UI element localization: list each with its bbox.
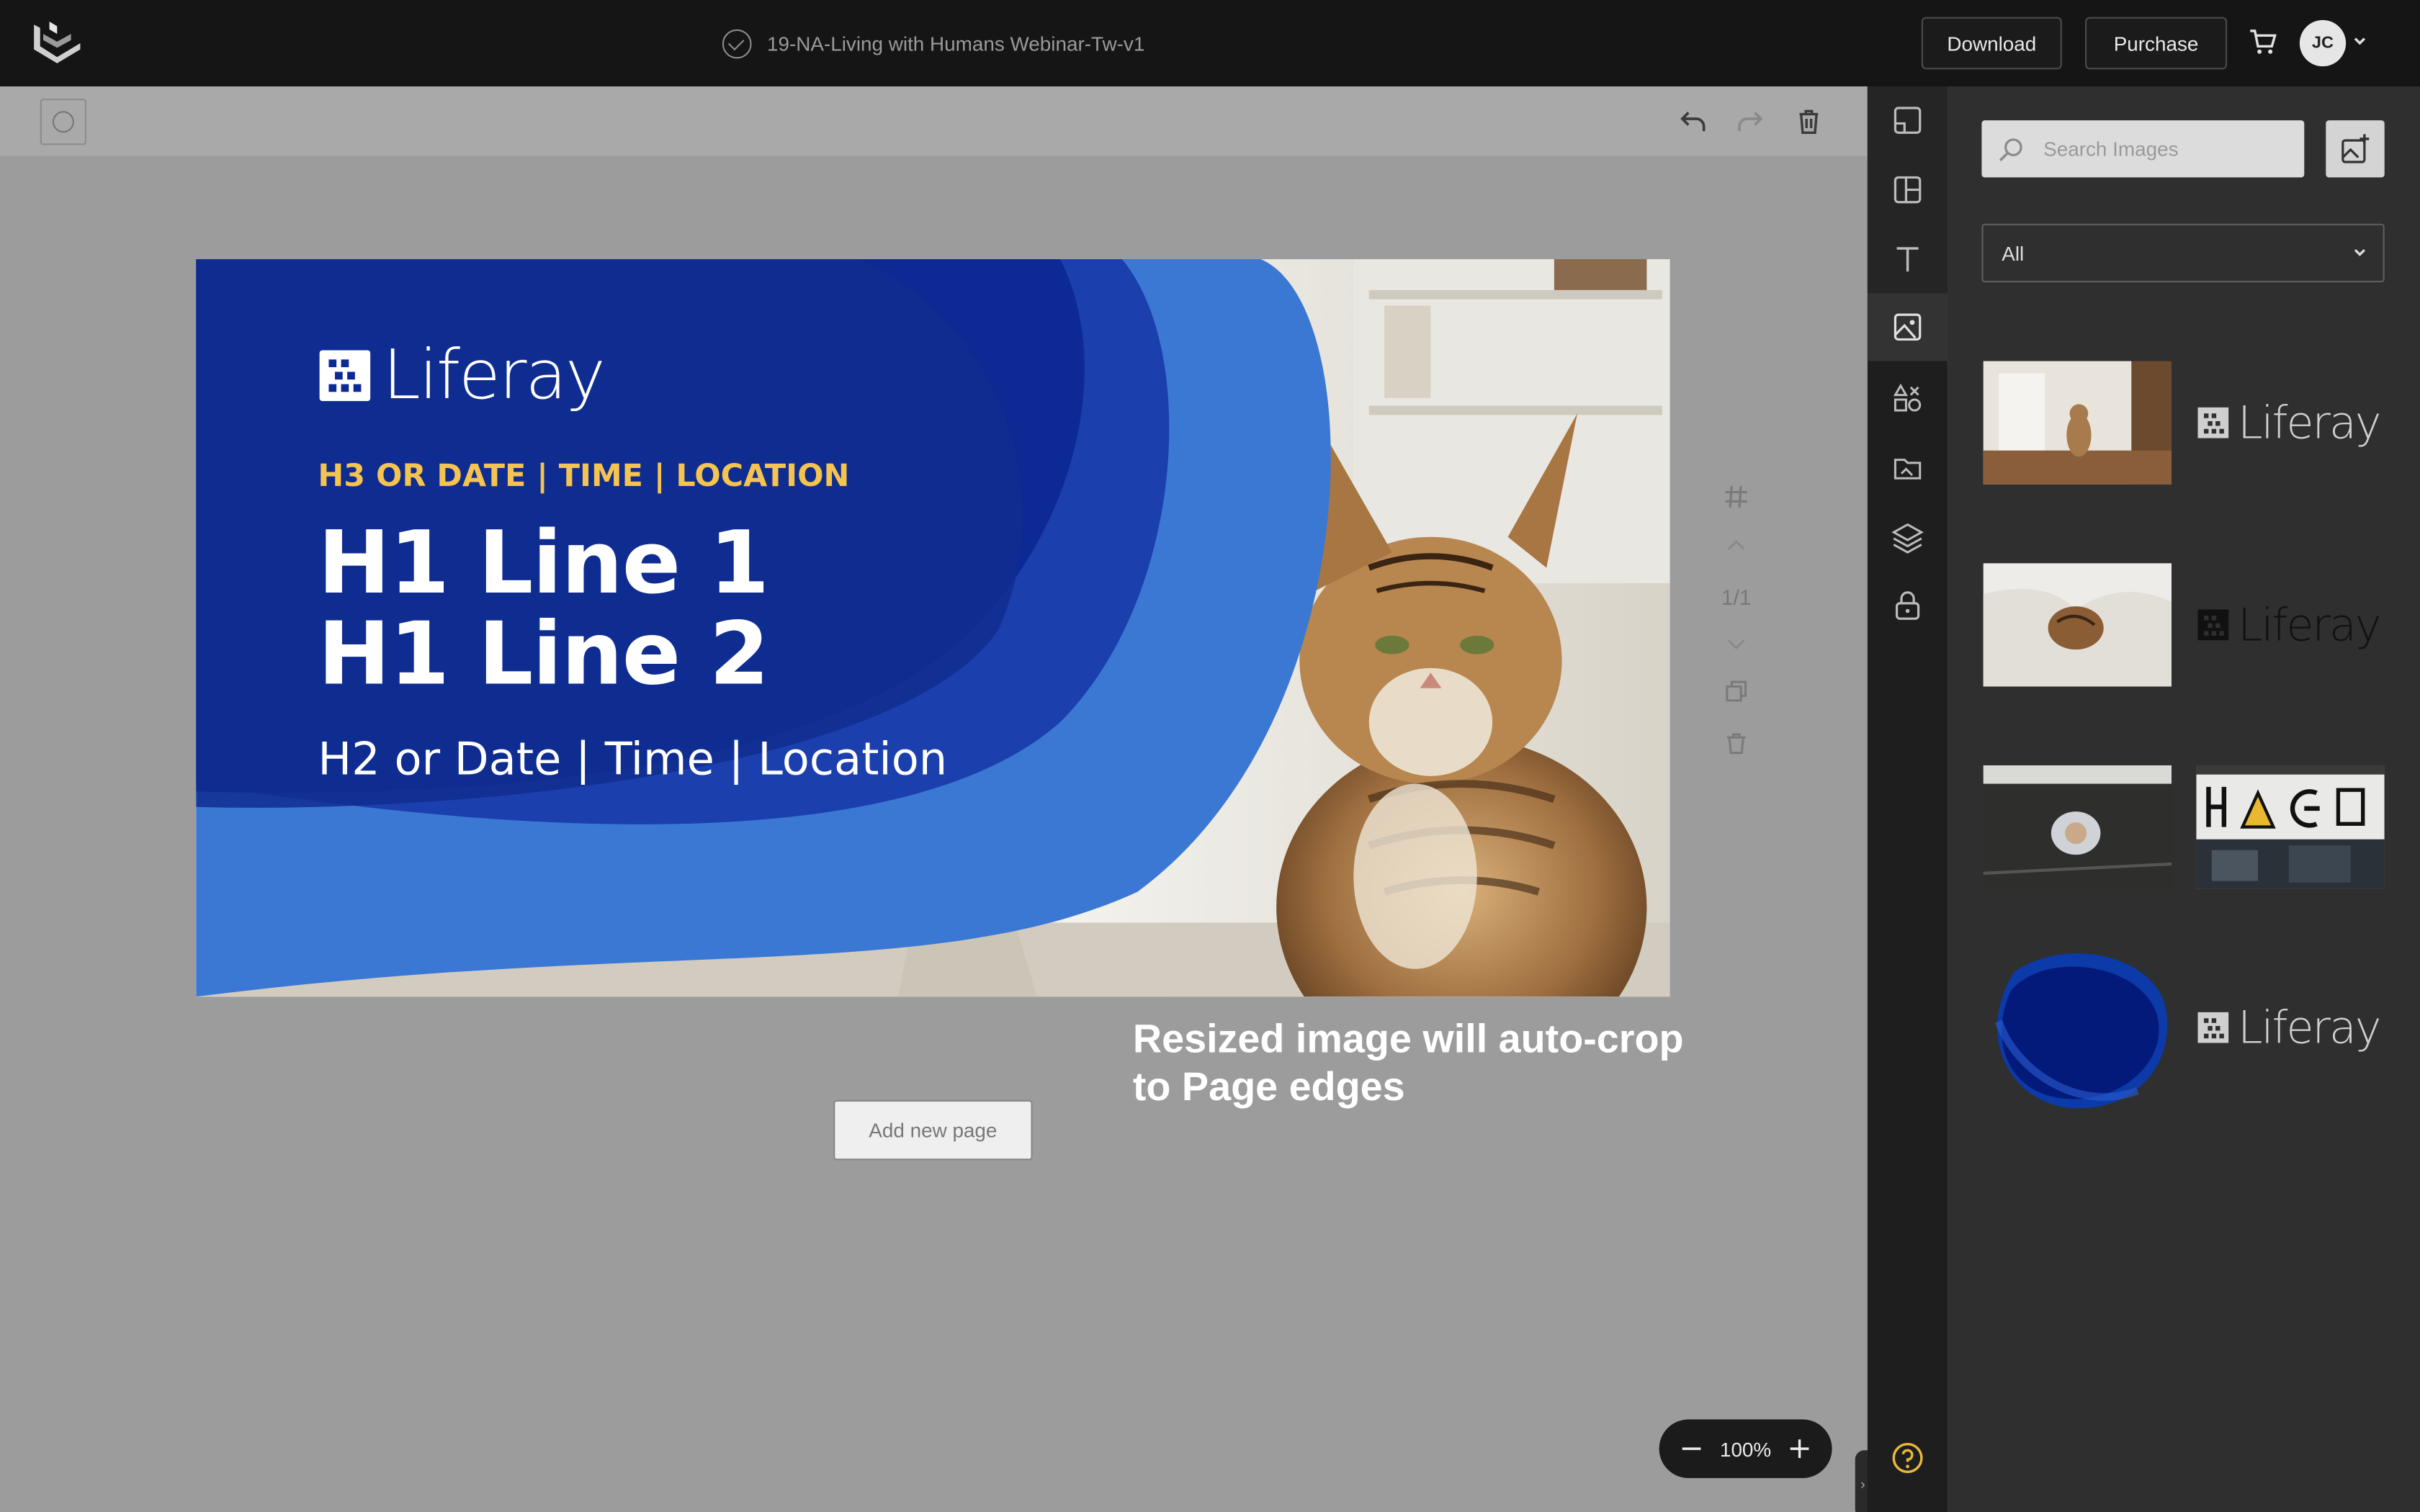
rail-text[interactable] — [1868, 225, 1948, 293]
image-thumbnail-kitchen-cat[interactable] — [1983, 361, 2172, 485]
rail-layers[interactable] — [1868, 503, 1948, 571]
document-title[interactable]: 19-NA-Living with Humans Webinar-Tw-v1 — [722, 28, 1144, 59]
image-thumbnail-liferay-dark[interactable]: Liferay — [2195, 563, 2383, 686]
layers-icon — [1891, 523, 1924, 554]
icon-rail — [1867, 86, 1948, 1512]
page-indicator: 1/1 — [1721, 585, 1752, 610]
search-placeholder: Search Images — [2043, 137, 2179, 161]
canvas-toolbar — [0, 86, 1868, 156]
add-new-page-button[interactable]: Add new page — [833, 1099, 1033, 1161]
search-images-field[interactable]: Search Images — [1981, 120, 2305, 178]
h1-line-2[interactable]: H1 Line 2 — [318, 605, 769, 705]
app-logo-icon[interactable] — [28, 15, 86, 71]
app: 19-NA-Living with Humans Webinar-Tw-v1 D… — [0, 0, 2420, 1512]
lock-icon — [1895, 591, 1920, 620]
image-thumbnail-blue-blob[interactable] — [1984, 944, 2172, 1114]
liferay-logo-icon — [319, 350, 371, 402]
rail-lock[interactable] — [1868, 571, 1948, 639]
liferay-logo-icon — [2197, 407, 2229, 438]
document-title-text: 19-NA-Living with Humans Webinar-Tw-v1 — [767, 31, 1145, 55]
shapes-icon — [1893, 383, 1922, 412]
auto-crop-note: Resized image will auto-crop to Page edg… — [1133, 1015, 1684, 1111]
layout-icon — [1894, 176, 1922, 204]
image-thumbnail-overhead-person[interactable] — [1983, 765, 2172, 889]
rail-layouts[interactable] — [1868, 156, 1948, 223]
liferay-logo-icon — [2197, 1012, 2229, 1043]
image-filter-value: All — [2002, 241, 2025, 265]
add-image-icon — [2341, 133, 2370, 163]
image-filter-select[interactable]: All — [1981, 223, 2385, 283]
zoom-in-icon[interactable] — [1789, 1438, 1811, 1459]
select-tool-button[interactable] — [40, 99, 87, 145]
liferay-logo-text: Liferay — [382, 336, 605, 415]
liferay-logo-icon — [2197, 609, 2229, 641]
chevron-up-icon[interactable] — [1722, 532, 1750, 560]
trash-icon[interactable] — [1793, 107, 1824, 138]
image-thumbnail-liferay-white[interactable]: Liferay — [2195, 361, 2383, 484]
folder-image-icon — [1894, 459, 1922, 480]
saved-check-icon — [722, 28, 752, 58]
auto-crop-note-line-1: Resized image will auto-crop — [1132, 1015, 1684, 1062]
blue-blob-image — [1994, 953, 2168, 1109]
download-button[interactable]: Download — [1921, 17, 2062, 70]
chevron-down-icon — [2354, 249, 2365, 256]
rail-images[interactable] — [1867, 293, 1948, 361]
image-thumbnail-icons-wall[interactable] — [2196, 765, 2385, 889]
circle-icon — [52, 111, 74, 133]
design-page-banner[interactable]: Liferay H3 OR DATE | TIME | LOCATION H1 … — [196, 259, 1670, 997]
upload-image-button[interactable] — [2326, 120, 2385, 178]
image-thumbnail-sleeping-cat[interactable] — [1983, 563, 2172, 687]
canvas-area: Liferay H3 OR DATE | TIME | LOCATION H1 … — [0, 86, 1871, 1512]
purchase-button[interactable]: Purchase — [2085, 17, 2228, 70]
duplicate-page-icon[interactable] — [1722, 678, 1750, 706]
liferay-logo-text: Liferay — [2238, 396, 2382, 449]
h2-text[interactable]: H2 or Date | Time | Location — [318, 733, 947, 786]
h3-text[interactable]: H3 OR DATE | TIME | LOCATION — [318, 456, 849, 493]
help-icon[interactable] — [1891, 1441, 1924, 1475]
sleeping-cat-image — [1983, 563, 2172, 687]
liferay-logo-text: Liferay — [2238, 598, 2382, 652]
icons-wall-image — [2196, 765, 2385, 889]
chevron-down-icon[interactable] — [2352, 34, 2367, 49]
cart-icon[interactable] — [2247, 26, 2278, 57]
top-bar: 19-NA-Living with Humans Webinar-Tw-v1 D… — [0, 0, 2420, 86]
rail-templates[interactable] — [1868, 86, 1948, 154]
liferay-logo-text: Liferay — [2238, 1001, 2382, 1054]
auto-crop-note-line-2: to Page edges — [1132, 1063, 1405, 1110]
template-icon — [1894, 107, 1922, 134]
rail-uploads[interactable] — [1868, 433, 1948, 501]
images-panel: Search Images All Liferay Liferay Lifera… — [1948, 86, 2420, 1512]
overhead-person-image — [1983, 765, 2172, 889]
rail-shapes[interactable] — [1868, 364, 1948, 432]
zoom-out-icon[interactable] — [1681, 1438, 1703, 1459]
user-avatar[interactable]: JC — [2299, 19, 2347, 67]
zoom-level: 100% — [1719, 1437, 1772, 1461]
image-thumbnail-liferay-white-2[interactable]: Liferay — [2195, 966, 2383, 1089]
chevron-down-icon[interactable] — [1722, 629, 1750, 657]
h1-line-1[interactable]: H1 Line 1 — [318, 514, 769, 614]
undo-icon[interactable] — [1677, 107, 1708, 138]
kitchen-cat-image — [1983, 361, 2172, 485]
text-icon — [1896, 247, 1919, 272]
image-icon — [1894, 313, 1922, 341]
redo-icon[interactable] — [1735, 107, 1766, 138]
grid-hash-icon[interactable] — [1722, 483, 1750, 511]
zoom-control: 100% — [1659, 1419, 1832, 1478]
search-icon — [1999, 138, 2022, 161]
liferay-logo[interactable]: Liferay — [319, 336, 606, 415]
delete-page-icon[interactable] — [1722, 730, 1750, 758]
